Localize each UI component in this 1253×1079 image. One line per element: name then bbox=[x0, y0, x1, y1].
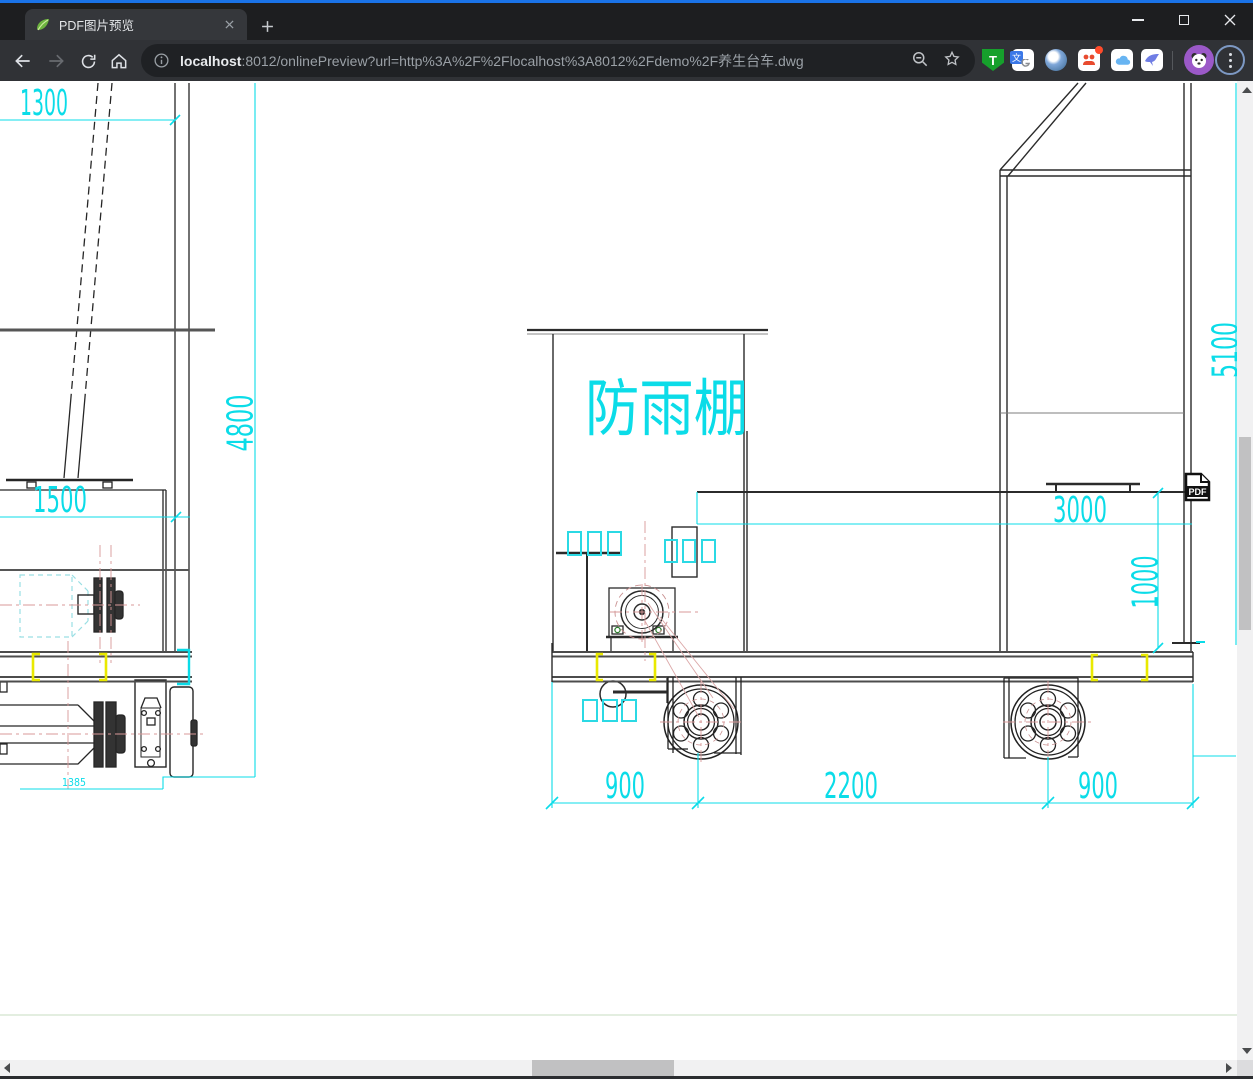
zoom-out-icon[interactable] bbox=[910, 49, 930, 74]
cloud-extension-icon[interactable] bbox=[1111, 49, 1133, 71]
wheel-assemblies bbox=[663, 677, 1086, 760]
pdf-file-badge[interactable]: PDF bbox=[1184, 472, 1211, 507]
dim-1500: 1500 bbox=[33, 480, 87, 521]
vertical-scrollbar[interactable] bbox=[1237, 81, 1253, 1060]
dim-2200: 2200 bbox=[824, 766, 878, 807]
tab-title: PDF图片预览 bbox=[59, 19, 135, 33]
horizontal-scrollbar[interactable] bbox=[0, 1060, 1237, 1076]
tampermonkey-letter: T bbox=[982, 49, 1004, 71]
scroll-down-icon[interactable] bbox=[1242, 1048, 1252, 1054]
bird-extension-icon[interactable] bbox=[1141, 49, 1163, 71]
horizontal-scroll-thumb[interactable] bbox=[532, 1060, 674, 1076]
browser-window: PDF图片预览 localhost:8012/onlinePreview?url… bbox=[0, 0, 1253, 1079]
vertical-scroll-thumb[interactable] bbox=[1239, 437, 1251, 630]
tab-strip: PDF图片预览 bbox=[0, 3, 1253, 40]
home-button[interactable] bbox=[104, 46, 134, 76]
drive-motor bbox=[599, 584, 678, 708]
new-tab-button[interactable] bbox=[256, 15, 278, 37]
pdf-badge-label: PDF bbox=[1189, 487, 1208, 497]
scroll-left-icon[interactable] bbox=[4, 1063, 10, 1073]
scroll-up-icon[interactable] bbox=[1242, 87, 1252, 93]
browser-menu-icon[interactable] bbox=[1215, 45, 1245, 75]
page-info-icon[interactable] bbox=[153, 52, 170, 69]
url-text: localhost:8012/onlinePreview?url=http%3A… bbox=[180, 51, 804, 71]
dimension-labels: 1300 4800 1500 1385 防雨棚 3000 1000 5100 9… bbox=[20, 83, 1237, 807]
dim-900-right: 900 bbox=[1078, 766, 1118, 807]
shelter-label: 防雨棚 bbox=[585, 372, 748, 445]
forward-button[interactable] bbox=[41, 46, 71, 76]
dim-3000: 3000 bbox=[1053, 490, 1107, 531]
url-bar[interactable]: localhost:8012/onlinePreview?url=http%3A… bbox=[141, 44, 975, 77]
red-extension-icon[interactable] bbox=[1078, 46, 1103, 71]
favicon-leaf-icon bbox=[37, 18, 49, 30]
reload-button[interactable] bbox=[73, 46, 103, 76]
blue-ring-extension-icon[interactable] bbox=[1045, 49, 1067, 71]
page-bottom-edge bbox=[0, 1014, 1237, 1016]
window-controls bbox=[1115, 3, 1253, 37]
cad-drawing: 1300 4800 1500 1385 防雨棚 3000 1000 5100 9… bbox=[0, 82, 1237, 810]
page-content: 1300 4800 1500 1385 防雨棚 3000 1000 5100 9… bbox=[0, 81, 1253, 1076]
dim-1000: 1000 bbox=[1126, 556, 1167, 609]
dim-1300: 1300 bbox=[20, 83, 68, 124]
close-button[interactable] bbox=[1207, 3, 1253, 37]
dim-5100: 5100 bbox=[1206, 322, 1238, 378]
back-button[interactable] bbox=[8, 46, 38, 76]
browser-toolbar: localhost:8012/onlinePreview?url=http%3A… bbox=[0, 40, 1253, 81]
belt-lines bbox=[644, 602, 735, 718]
scrollbar-corner bbox=[1237, 1060, 1253, 1076]
tampermonkey-extension-icon[interactable]: T bbox=[982, 49, 1004, 71]
browser-tab[interactable]: PDF图片预览 bbox=[25, 9, 247, 40]
url-host: localhost bbox=[180, 52, 242, 69]
url-path: :8012/onlinePreview?url=http%3A%2F%2Floc… bbox=[241, 52, 804, 69]
profile-avatar[interactable] bbox=[1184, 45, 1214, 75]
maximize-button[interactable] bbox=[1161, 3, 1207, 37]
toolbar-separator bbox=[1172, 51, 1173, 70]
centerlines bbox=[0, 521, 1093, 789]
minimize-button[interactable] bbox=[1115, 3, 1161, 37]
extension-badge bbox=[1095, 46, 1103, 54]
dim-900-left: 900 bbox=[605, 766, 645, 807]
translate-extension-icon[interactable]: 文 bbox=[1010, 49, 1034, 71]
bookmark-star-icon[interactable] bbox=[942, 49, 962, 74]
dim-4800: 4800 bbox=[221, 395, 262, 452]
dim-1385: 1385 bbox=[62, 776, 86, 789]
tab-close-icon[interactable] bbox=[221, 17, 237, 33]
scroll-right-icon[interactable] bbox=[1226, 1063, 1232, 1073]
